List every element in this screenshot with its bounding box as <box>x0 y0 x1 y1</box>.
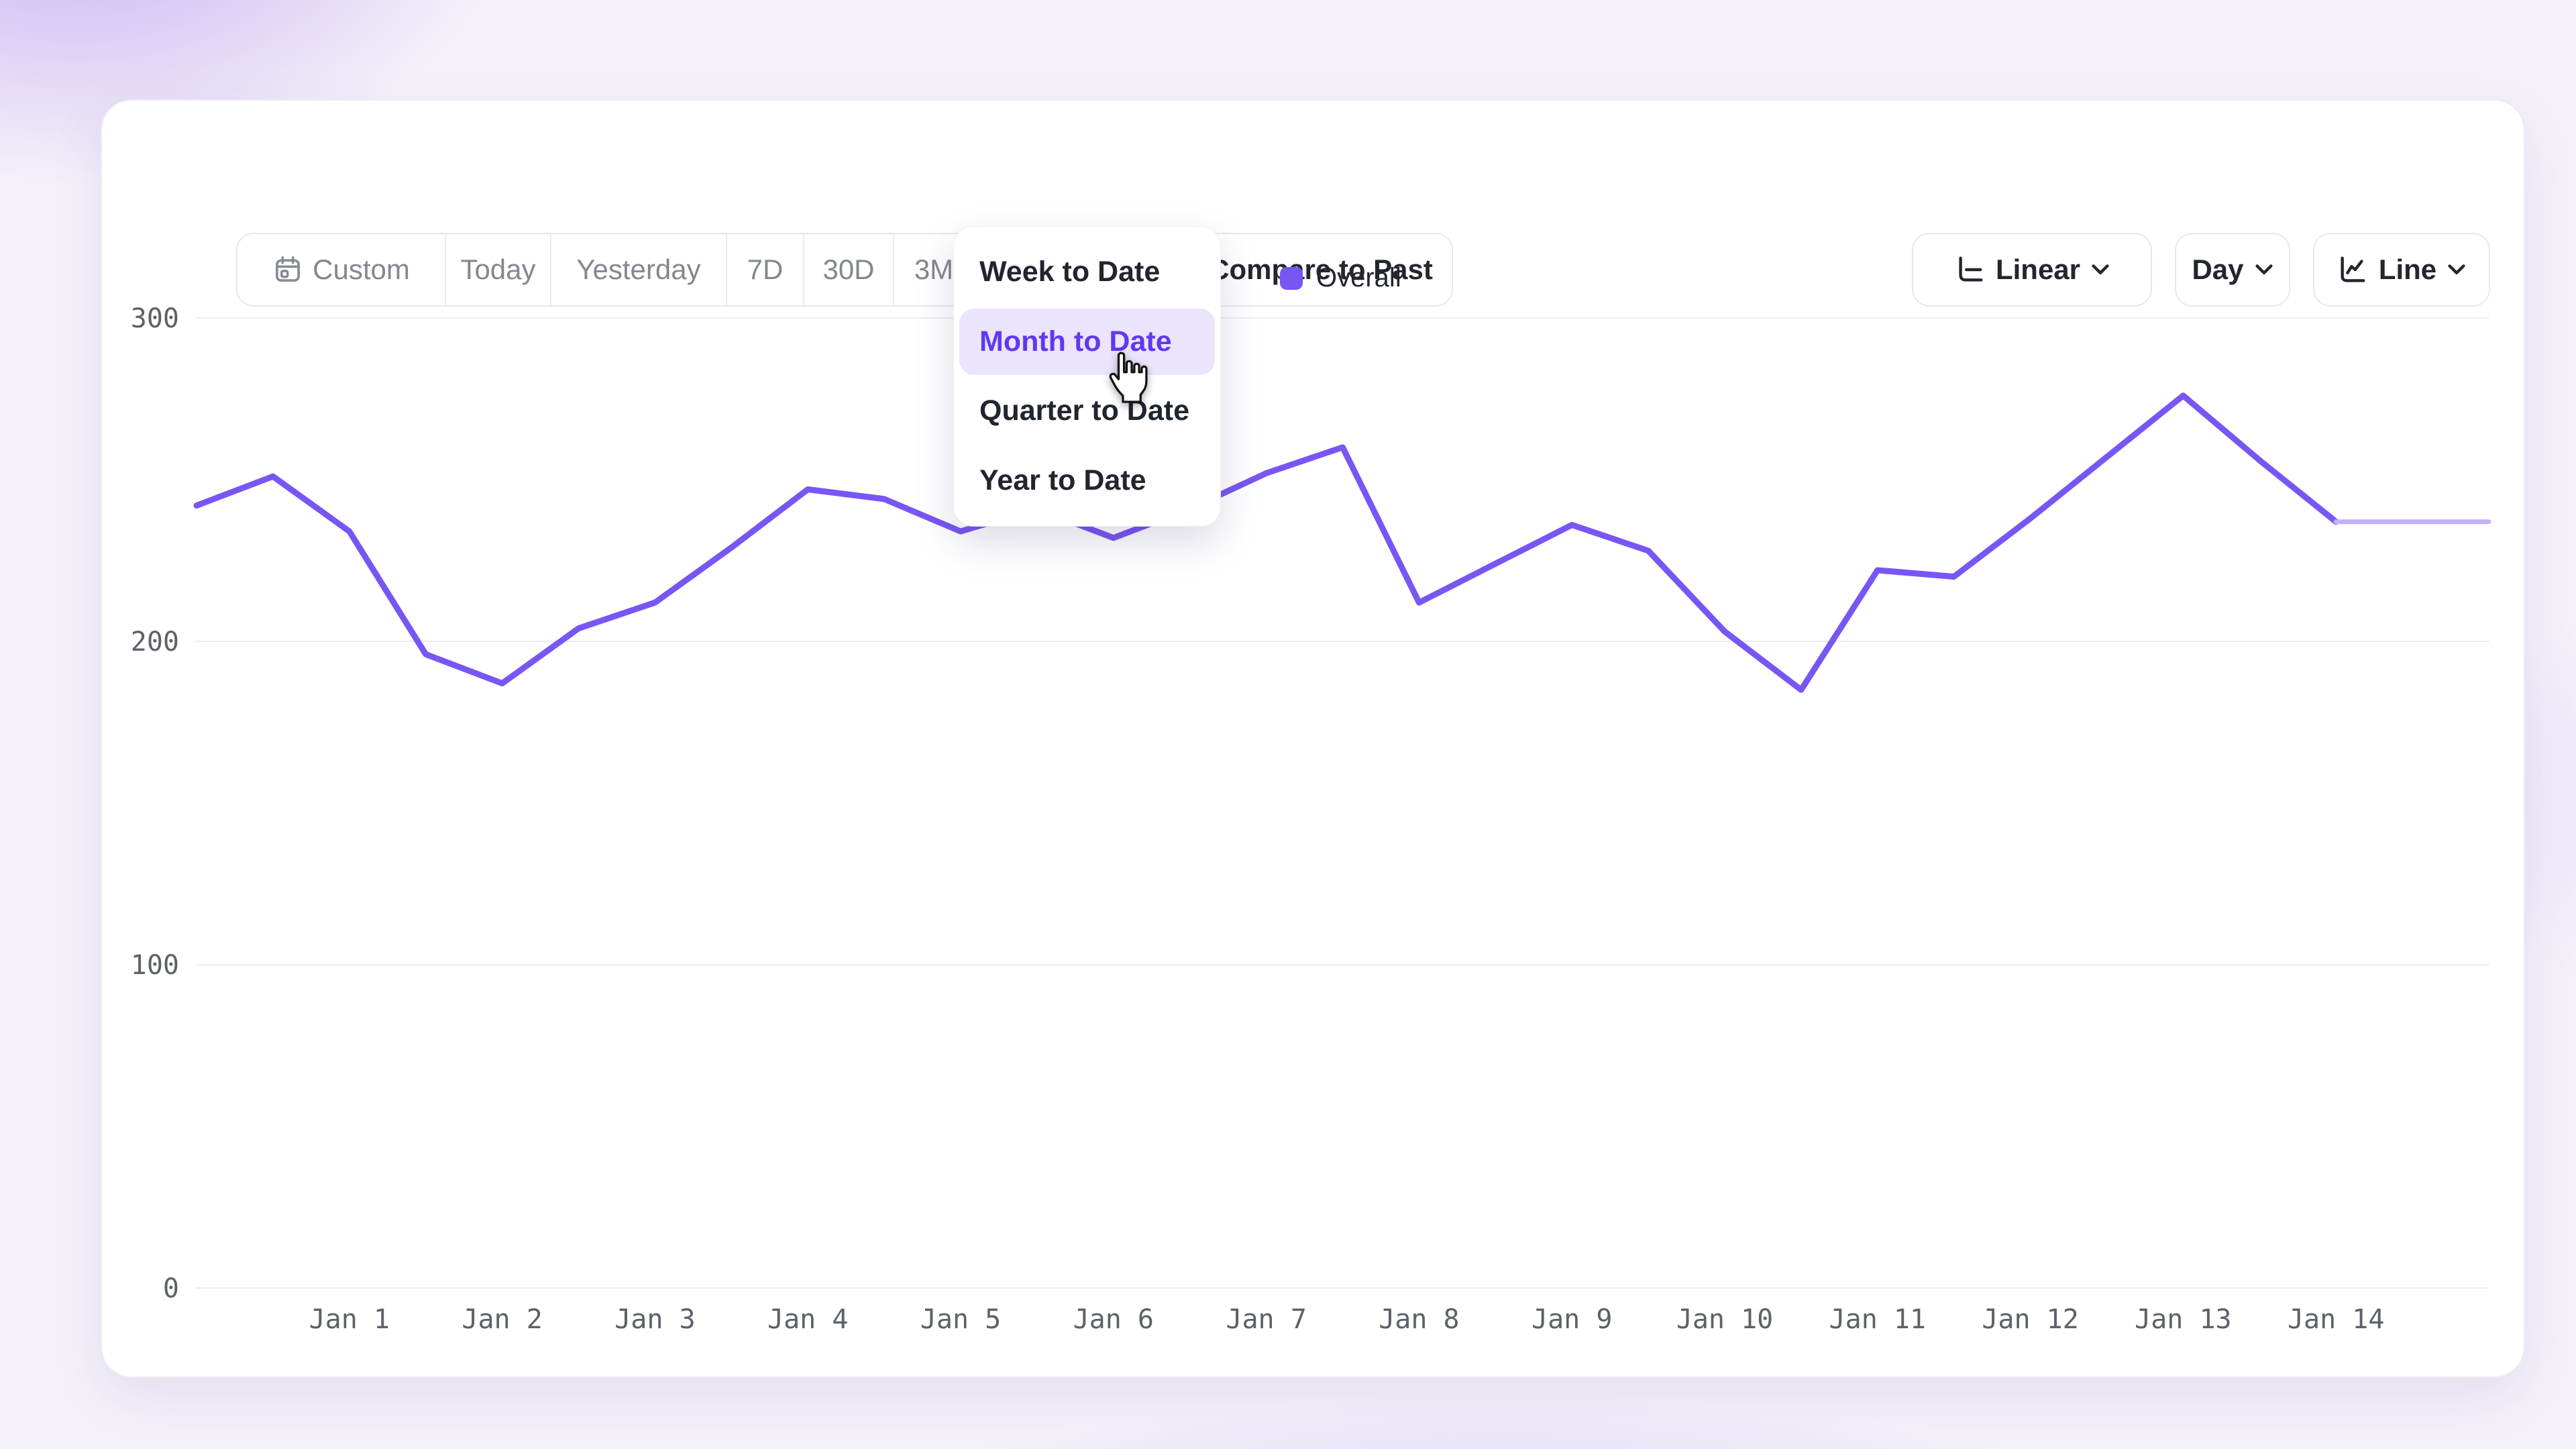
granularity-selector-label: Day <box>2192 254 2243 286</box>
granularity-selector-button[interactable]: Day <box>2175 233 2290 307</box>
preset-custom-button[interactable]: Custom <box>237 234 446 305</box>
preset-7d-button[interactable]: 7D <box>727 234 804 305</box>
chevron-down-icon <box>2447 264 2466 276</box>
chart-type-selector-label: Line <box>2379 254 2436 286</box>
menu-item-week-to-date[interactable]: Week to Date <box>959 239 1215 306</box>
scale-selector-label: Linear <box>1996 254 2080 286</box>
line-chart-icon <box>2337 254 2368 285</box>
preset-label: Yesterday <box>576 254 700 286</box>
menu-item-label: Year to Date <box>979 464 1146 497</box>
mouse-cursor-hand-icon <box>1104 347 1152 411</box>
menu-item-quarter-to-date[interactable]: Quarter to Date <box>959 378 1215 445</box>
preset-yesterday-button[interactable]: Yesterday <box>551 234 727 305</box>
preset-label: Custom <box>313 254 410 286</box>
chart-type-selector-button[interactable]: Line <box>2313 233 2490 307</box>
linear-scale-icon <box>1954 254 1985 285</box>
chevron-down-icon <box>2255 264 2273 276</box>
menu-item-month-to-date[interactable]: Month to Date <box>959 309 1215 376</box>
legend-swatch-overall <box>1280 267 1303 290</box>
preset-30d-button[interactable]: 30D <box>804 234 894 305</box>
calendar-icon <box>272 254 303 285</box>
xtd-period-dropdown-menu: Week to Date Month to Date Quarter to Da… <box>953 226 1221 527</box>
preset-label: 7D <box>747 254 784 286</box>
menu-item-year-to-date[interactable]: Year to Date <box>959 447 1215 515</box>
chart-legend: Overall <box>1280 263 1401 293</box>
menu-item-label: Week to Date <box>979 256 1160 288</box>
preset-today-button[interactable]: Today <box>446 234 551 305</box>
menu-item-label: Quarter to Date <box>979 394 1189 427</box>
scale-selector-button[interactable]: Linear <box>1912 233 2152 307</box>
preset-label: 3M <box>914 254 953 286</box>
legend-label-overall: Overall <box>1316 263 1401 293</box>
preset-label: 30D <box>822 254 874 286</box>
preset-label: Today <box>460 254 535 286</box>
chevron-down-icon <box>2091 264 2110 276</box>
